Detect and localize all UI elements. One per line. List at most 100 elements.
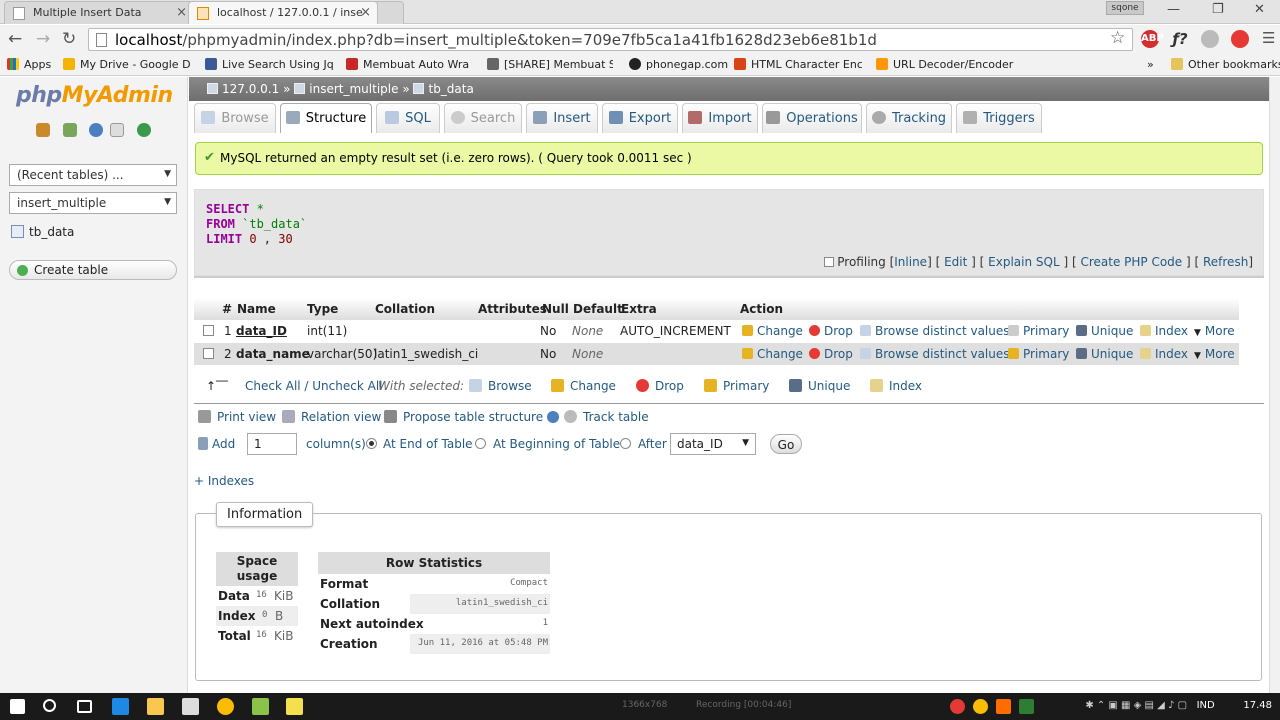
change-action[interactable]: Change: [742, 347, 803, 361]
at-beginning-radio[interactable]: [475, 438, 486, 449]
inline-link[interactable]: Inline: [894, 255, 927, 269]
app-icon[interactable]: [252, 698, 269, 715]
phpmyadmin-logo[interactable]: phpMyAdmin: [16, 83, 173, 108]
bookmark-live-search[interactable]: Live Search Using Jqu: [205, 58, 333, 71]
print-view-link[interactable]: Print view: [198, 410, 276, 424]
cloud-icon[interactable]: [1201, 30, 1219, 48]
refresh-link[interactable]: Refresh: [1203, 255, 1248, 269]
propose-structure-link[interactable]: Propose table structure: [384, 410, 559, 424]
more-dropdown[interactable]: ▼ More: [1194, 324, 1235, 338]
maximize-icon[interactable]: ❐: [1212, 2, 1224, 17]
more-dropdown[interactable]: ▼ More: [1194, 347, 1235, 361]
drop-action[interactable]: Drop: [809, 347, 853, 361]
bookmarks-overflow[interactable]: »: [1147, 58, 1154, 71]
edge-icon[interactable]: [112, 698, 129, 715]
profiling-checkbox[interactable]: [824, 257, 835, 267]
index-action[interactable]: Index: [1140, 324, 1188, 338]
breadcrumb-table[interactable]: tb_data: [428, 82, 473, 96]
docs-icon[interactable]: [110, 123, 124, 137]
tab-import[interactable]: Import: [682, 103, 758, 133]
minimize-icon[interactable]: —: [1167, 2, 1180, 17]
reload-navigation-icon[interactable]: [137, 123, 151, 137]
browser-tab-multiple-insert[interactable]: Multiple Insert Data ×: [4, 1, 194, 24]
tray-xampp-icon[interactable]: [996, 699, 1011, 714]
bookmark-auto-wrap[interactable]: Membuat Auto Wrap: [346, 58, 470, 71]
sidebar-table-item[interactable]: tb_data: [11, 225, 74, 239]
explain-sql-link[interactable]: Explain SQL: [988, 255, 1060, 269]
tray-chrome-icon[interactable]: [973, 699, 988, 714]
bulk-unique-button[interactable]: Unique: [789, 379, 850, 393]
bookmark-my-drive[interactable]: My Drive - Google Dr: [63, 58, 191, 71]
row-checkbox[interactable]: [203, 348, 214, 359]
tab-search[interactable]: Search: [444, 103, 522, 133]
edit-link[interactable]: Edit: [944, 255, 967, 269]
notepad-icon[interactable]: [286, 698, 303, 715]
unique-action[interactable]: Unique: [1076, 324, 1133, 338]
bulk-primary-button[interactable]: Primary: [704, 379, 769, 393]
adblock-icon[interactable]: ABP: [1141, 30, 1164, 48]
forward-arrow-icon[interactable]: →: [36, 29, 50, 49]
file-explorer-icon[interactable]: [147, 698, 164, 715]
tab-sql[interactable]: SQL: [376, 103, 440, 133]
windows-start-icon[interactable]: [10, 699, 25, 714]
browse-distinct-action[interactable]: Browse distinct values: [860, 347, 1010, 361]
sql-code[interactable]: SELECT * FROM `tb_data` LIMIT 0 , 30: [206, 202, 307, 247]
change-action[interactable]: Change: [742, 324, 803, 338]
bulk-drop-button[interactable]: Drop: [636, 379, 684, 393]
create-table-button[interactable]: Create table: [9, 260, 177, 280]
bookmark-phonegap[interactable]: phonegap.com: [629, 58, 729, 71]
chrome-menu-icon[interactable]: ☰: [1262, 29, 1275, 47]
check-all-link[interactable]: Check All / Uncheck All: [245, 379, 383, 393]
other-bookmarks[interactable]: Other bookmarks: [1171, 58, 1280, 71]
track-table-link[interactable]: Track table: [564, 410, 649, 424]
browse-distinct-action[interactable]: Browse distinct values: [860, 324, 1010, 338]
database-select[interactable]: insert_multiple ▼: [9, 192, 177, 214]
tab-browse[interactable]: Browse: [194, 103, 276, 133]
after-column-select[interactable]: data_ID ▼: [670, 433, 756, 455]
help-icon[interactable]: [546, 411, 559, 423]
tray-icons[interactable]: ✱ ⌃ ▣ ▦ ◈ ▤ ◢ ♪ ▢: [1085, 700, 1193, 711]
row-checkbox[interactable]: [203, 325, 214, 336]
bulk-change-button[interactable]: Change: [551, 379, 616, 393]
chrome-taskbar-icon[interactable]: [217, 698, 234, 715]
tab-export[interactable]: Export: [602, 103, 678, 133]
clock[interactable]: 17.48: [1243, 700, 1272, 711]
help-icon[interactable]: [89, 123, 103, 137]
primary-action[interactable]: Primary: [1008, 347, 1069, 361]
bulk-browse-button[interactable]: Browse: [469, 379, 532, 393]
primary-action[interactable]: Primary: [1008, 324, 1069, 338]
address-bar[interactable]: localhost/phpmyadmin/index.php?db=insert…: [88, 28, 1133, 51]
close-icon[interactable]: ×: [176, 5, 187, 20]
tab-tracking[interactable]: Tracking: [866, 103, 952, 133]
store-icon[interactable]: [182, 698, 199, 715]
drop-action[interactable]: Drop: [809, 324, 853, 338]
extension-icon[interactable]: [1231, 30, 1249, 48]
index-action[interactable]: Index: [1140, 347, 1188, 361]
add-count-input[interactable]: 1: [247, 433, 297, 455]
font-inspect-icon[interactable]: ƒ?: [1171, 30, 1189, 48]
bookmark-share[interactable]: [SHARE] Membuat Su: [487, 58, 613, 71]
back-arrow-icon[interactable]: ←: [8, 29, 22, 49]
at-end-radio[interactable]: [366, 438, 377, 449]
relation-view-link[interactable]: Relation view: [282, 410, 381, 424]
search-icon[interactable]: [43, 699, 56, 712]
language-indicator[interactable]: IND: [1197, 700, 1215, 711]
bookmark-star-icon[interactable]: ☆: [1110, 28, 1125, 48]
tray-app-icon[interactable]: [1019, 699, 1034, 714]
reload-icon[interactable]: ↻: [62, 29, 76, 49]
close-icon[interactable]: ×: [360, 5, 371, 20]
profile-badge[interactable]: sqone: [1106, 1, 1144, 15]
tab-triggers[interactable]: Triggers: [956, 103, 1042, 133]
bulk-index-button[interactable]: Index: [870, 379, 922, 393]
tab-insert[interactable]: Insert: [526, 103, 598, 133]
breadcrumb-database[interactable]: insert_multiple: [309, 82, 398, 96]
unique-action[interactable]: Unique: [1076, 347, 1133, 361]
create-php-code-link[interactable]: Create PHP Code: [1080, 255, 1182, 269]
window-close-icon[interactable]: ✕: [1254, 2, 1265, 17]
browser-tab-phpmyadmin[interactable]: localhost / 127.0.0.1 / inse ×: [188, 1, 378, 24]
tray-app-icon[interactable]: [950, 699, 965, 714]
task-view-icon[interactable]: [77, 700, 92, 713]
recent-tables-select[interactable]: (Recent tables) ... ▼: [9, 164, 177, 186]
indexes-toggle[interactable]: + Indexes: [194, 474, 254, 488]
logout-icon[interactable]: [63, 123, 77, 137]
